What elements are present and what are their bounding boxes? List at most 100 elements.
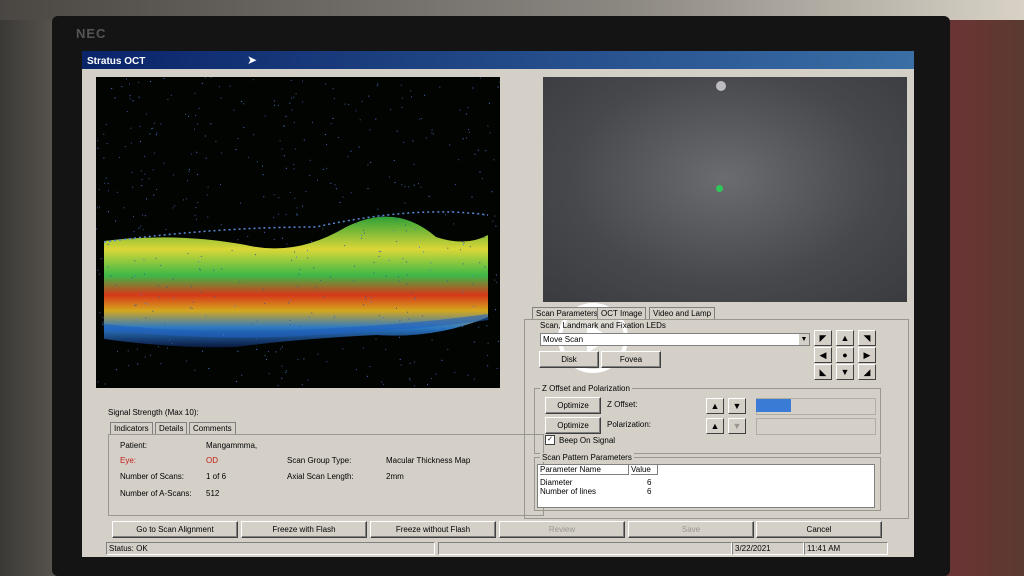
speckle-noise <box>462 263 464 265</box>
move-scan-select[interactable]: Move Scan ▼ <box>540 333 810 346</box>
speckle-noise <box>264 303 266 305</box>
speckle-noise <box>278 197 280 199</box>
speckle-noise <box>317 179 318 181</box>
speckle-noise <box>499 81 500 83</box>
speckle-noise <box>291 97 293 99</box>
speckle-noise <box>156 189 158 190</box>
speckle-noise <box>349 335 351 337</box>
title-bar[interactable]: Stratus OCT <box>82 51 914 69</box>
speckle-noise <box>465 113 467 115</box>
monitor-brand: NEC <box>76 26 107 41</box>
speckle-noise <box>97 140 99 142</box>
center-dot-icon[interactable]: ● <box>836 347 854 363</box>
z-offset-label: Z Offset: <box>607 400 638 409</box>
speckle-noise <box>285 372 287 373</box>
speckle-noise <box>241 101 243 102</box>
speckle-noise <box>144 173 146 175</box>
speckle-noise <box>409 363 411 364</box>
speckle-noise <box>172 207 174 209</box>
speckle-noise <box>204 135 206 137</box>
speckle-noise <box>110 275 112 277</box>
speckle-noise <box>487 125 489 127</box>
freeze-without-flash-button[interactable]: Freeze without Flash <box>370 521 496 538</box>
speckle-noise <box>151 128 153 130</box>
speckle-noise <box>218 86 220 88</box>
speckle-noise <box>431 378 432 380</box>
arrow-up-icon[interactable]: ▲ <box>836 330 854 346</box>
arrow-right-icon[interactable]: ▶ <box>858 347 876 363</box>
z-up-icon[interactable]: ▲ <box>706 398 724 414</box>
optimize-z-button[interactable]: Optimize <box>545 397 601 414</box>
go-to-scan-alignment-button[interactable]: Go to Scan Alignment <box>112 521 238 538</box>
speckle-noise <box>370 161 372 163</box>
speckle-noise <box>332 88 334 90</box>
speckle-noise <box>463 242 465 244</box>
polarization-up-icon[interactable]: ▲ <box>706 418 724 434</box>
speckle-noise <box>262 288 264 290</box>
beep-checkbox[interactable]: ✓ <box>545 435 555 445</box>
speckle-noise <box>415 297 417 299</box>
table-header-parameter-name: Parameter Name <box>540 465 629 475</box>
speckle-noise <box>134 275 136 277</box>
speckle-noise <box>197 261 199 263</box>
speckle-noise <box>105 335 107 337</box>
speckle-noise <box>139 126 141 128</box>
speckle-noise <box>286 243 288 245</box>
speckle-noise <box>399 320 401 322</box>
speckle-noise <box>481 178 483 180</box>
speckle-noise <box>430 262 432 264</box>
speckle-noise <box>333 98 335 100</box>
speckle-noise <box>333 317 335 318</box>
speckle-noise <box>358 146 360 148</box>
arrow-up-left-icon[interactable]: ◤ <box>814 330 832 346</box>
speckle-noise <box>403 141 405 143</box>
speckle-noise <box>439 86 441 88</box>
freeze-with-flash-button[interactable]: Freeze with Flash <box>241 521 367 538</box>
arrow-down-right-icon[interactable]: ◢ <box>858 364 876 380</box>
speckle-noise <box>418 183 419 185</box>
arrow-down-left-icon[interactable]: ◣ <box>814 364 832 380</box>
arrow-down-icon[interactable]: ▼ <box>836 364 854 380</box>
speckle-noise <box>307 257 309 259</box>
speckle-noise <box>330 276 331 278</box>
speckle-noise <box>322 168 324 170</box>
speckle-noise <box>323 296 325 298</box>
cancel-button[interactable]: Cancel <box>756 521 882 538</box>
status-text: Status: OK <box>106 542 435 555</box>
speckle-noise <box>187 252 189 254</box>
speckle-noise <box>188 170 190 172</box>
speckle-noise <box>487 354 489 356</box>
speckle-noise <box>492 220 494 222</box>
speckle-noise <box>471 275 473 277</box>
speckle-noise <box>136 319 137 321</box>
speckle-noise <box>239 281 241 283</box>
speckle-noise <box>173 297 175 299</box>
speckle-noise <box>274 104 276 106</box>
speckle-noise <box>487 342 489 344</box>
optimize-polarization-button[interactable]: Optimize <box>545 417 601 434</box>
speckle-noise <box>388 176 390 178</box>
scan-pattern-title: Scan Pattern Parameters <box>540 453 634 462</box>
speckle-noise <box>145 113 147 115</box>
speckle-noise <box>137 363 139 365</box>
speckle-noise <box>280 348 282 350</box>
speckle-noise <box>473 341 475 343</box>
speckle-noise <box>190 307 192 309</box>
oct-tomogram <box>96 77 500 387</box>
speckle-noise <box>144 215 146 217</box>
polarization-track <box>756 418 876 435</box>
table-row-lines-name: Number of lines <box>540 487 597 496</box>
arrow-up-right-icon[interactable]: ◥ <box>858 330 876 346</box>
speckle-noise <box>414 361 416 363</box>
speckle-noise <box>376 85 378 87</box>
speckle-noise <box>407 311 409 313</box>
speckle-noise <box>155 257 157 259</box>
speckle-noise <box>121 86 123 88</box>
speckle-noise <box>129 83 130 85</box>
speckle-noise <box>130 142 132 144</box>
z-down-icon[interactable]: ▼ <box>728 398 746 414</box>
speckle-noise <box>494 215 496 217</box>
fovea-button[interactable]: Fovea <box>601 351 661 368</box>
disk-button[interactable]: Disk <box>539 351 599 368</box>
arrow-left-icon[interactable]: ◀ <box>814 347 832 363</box>
